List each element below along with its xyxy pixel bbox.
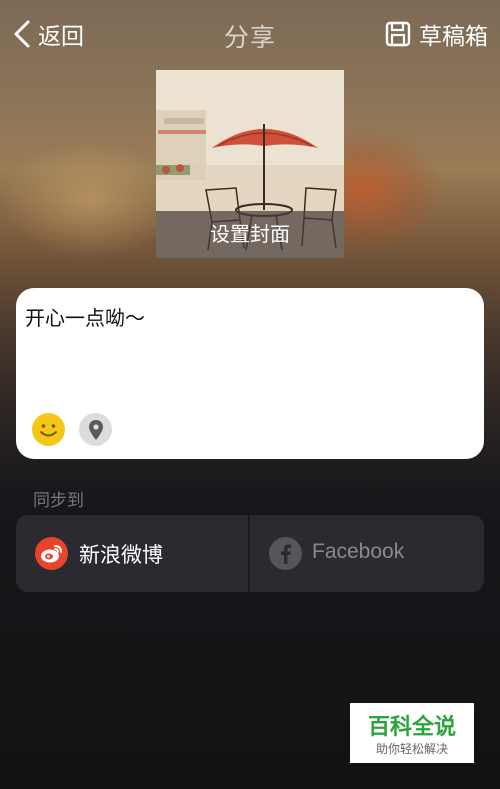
location-button[interactable] bbox=[79, 413, 112, 446]
background-glow-left bbox=[0, 140, 180, 260]
emoji-button[interactable] bbox=[32, 413, 65, 446]
watermark-logo: 百科全说 助你轻松解决 bbox=[350, 703, 474, 763]
sync-facebook-button[interactable]: Facebook bbox=[250, 515, 484, 592]
sync-weibo-button[interactable]: 新浪微博 bbox=[16, 515, 248, 592]
drafts-button[interactable]: 草稿箱 bbox=[385, 16, 488, 52]
location-pin-icon bbox=[88, 419, 103, 440]
save-icon bbox=[385, 21, 411, 47]
weibo-label: 新浪微博 bbox=[79, 543, 163, 567]
cover-image[interactable]: 设置封面 bbox=[156, 70, 344, 258]
sync-panel: 新浪微博 Facebook bbox=[16, 515, 484, 592]
post-text[interactable]: 开心一点呦～ bbox=[25, 302, 145, 331]
watermark-subtitle: 助你轻松解决 bbox=[375, 742, 448, 756]
drafts-label: 草稿箱 bbox=[419, 24, 488, 50]
post-composer[interactable]: 开心一点呦～ bbox=[16, 288, 484, 459]
set-cover-label: 设置封面 bbox=[156, 211, 344, 258]
watermark-title: 百科全说 bbox=[367, 715, 456, 740]
facebook-label: Facebook bbox=[312, 540, 405, 563]
facebook-icon bbox=[269, 537, 302, 570]
nav-bar: 返回 分享 草稿箱 bbox=[0, 0, 500, 68]
weibo-icon bbox=[35, 537, 68, 570]
sync-section-label: 同步到 bbox=[33, 491, 84, 511]
smiley-icon bbox=[40, 424, 57, 437]
